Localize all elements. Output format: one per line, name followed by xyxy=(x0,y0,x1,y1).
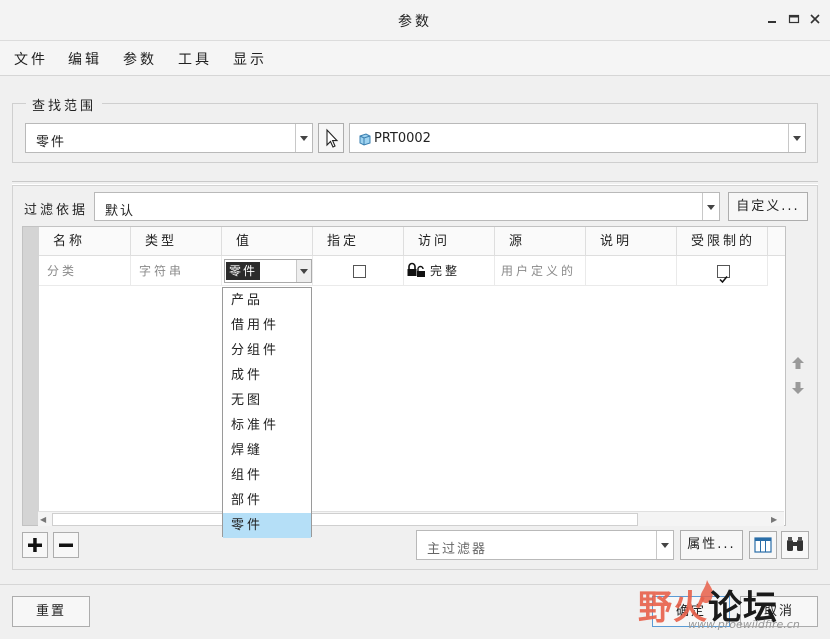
column-header-type[interactable]: 类型 xyxy=(131,227,222,256)
minimize-button[interactable] xyxy=(765,12,779,26)
dropdown-option[interactable]: 成件 xyxy=(223,363,311,388)
find-button[interactable] xyxy=(781,531,809,559)
plus-icon xyxy=(28,538,42,552)
menu-tools[interactable]: 工具 xyxy=(178,49,212,69)
cursor-arrow-icon xyxy=(326,128,339,148)
scrollbar-thumb[interactable] xyxy=(52,513,638,526)
minus-icon xyxy=(59,543,73,547)
table-columns-icon xyxy=(754,537,772,553)
dropdown-option[interactable]: 无图 xyxy=(223,388,311,413)
cell-description[interactable] xyxy=(586,256,677,286)
scope-model-select[interactable]: PRT0002 xyxy=(349,123,806,153)
value-dropdown-list[interactable]: 产品 借用件 分组件 成件 无图 标准件 焊缝 组件 部件 零件 xyxy=(222,287,312,538)
column-header-description[interactable]: 说明 xyxy=(586,227,677,256)
reset-button[interactable]: 重置 xyxy=(12,596,90,627)
filter-label: 过滤依据 xyxy=(24,203,89,218)
move-up-button[interactable] xyxy=(791,356,805,374)
add-parameter-button[interactable] xyxy=(22,532,48,558)
column-header-restricted[interactable]: 受限制的 xyxy=(677,227,768,256)
access-text: 完整 xyxy=(430,264,461,278)
dropdown-option[interactable]: 分组件 xyxy=(223,338,311,363)
cell-source[interactable]: 用户定义的 xyxy=(495,256,586,286)
lock-icon xyxy=(407,262,425,277)
cell-value[interactable]: 零件 xyxy=(222,256,313,286)
select-pointer-button[interactable] xyxy=(318,123,344,153)
menu-parameters[interactable]: 参数 xyxy=(123,49,157,69)
restricted-checkbox[interactable] xyxy=(717,265,730,284)
close-button[interactable] xyxy=(808,12,822,26)
maximize-button[interactable] xyxy=(787,12,801,26)
forum-watermark-logo: 野火论坛 www.proewildfire.cn xyxy=(638,578,828,638)
main-filter-value: 主过滤器 xyxy=(427,542,488,557)
window-title: 参数 xyxy=(398,14,432,30)
value-combo[interactable]: 零件 xyxy=(224,259,312,283)
cell-restricted[interactable] xyxy=(677,256,768,286)
move-down-button[interactable] xyxy=(791,381,805,399)
dropdown-option[interactable]: 组件 xyxy=(223,463,311,488)
cell-access[interactable]: 完整 xyxy=(404,256,495,286)
main-filter-select[interactable]: 主过滤器 xyxy=(416,530,674,560)
minimize-icon xyxy=(768,21,776,23)
chevron-down-icon xyxy=(707,204,715,210)
dropdown-option[interactable]: 标准件 xyxy=(223,413,311,438)
scope-type-select[interactable]: 零件 xyxy=(25,123,313,153)
parameter-table[interactable]: 名称 类型 值 指定 访问 源 说明 受限制的 分类 字符串 零件 完整 用户定… xyxy=(22,226,786,526)
maximize-icon xyxy=(788,14,800,24)
cell-designate[interactable] xyxy=(313,256,404,286)
filter-select[interactable]: 默认 xyxy=(94,192,720,221)
designate-checkbox[interactable] xyxy=(353,265,366,278)
menu-file[interactable]: 文件 xyxy=(14,49,48,69)
horizontal-scrollbar[interactable]: ◀ ▶ xyxy=(38,511,784,526)
chevron-down-icon xyxy=(793,136,801,141)
part-icon xyxy=(359,133,371,146)
scope-legend: 查找范围 xyxy=(26,95,103,114)
chevron-down-icon xyxy=(300,269,308,274)
cell-type[interactable]: 字符串 xyxy=(131,256,222,286)
dropdown-option[interactable]: 借用件 xyxy=(223,313,311,338)
scope-model-value: PRT0002 xyxy=(374,131,431,146)
column-header-source[interactable]: 源 xyxy=(495,227,586,256)
scroll-right-icon[interactable]: ▶ xyxy=(771,515,777,524)
arrow-down-icon xyxy=(792,382,804,394)
dropdown-option[interactable]: 产品 xyxy=(223,288,311,313)
cell-name[interactable]: 分类 xyxy=(39,256,131,286)
menu-display[interactable]: 显示 xyxy=(233,49,267,69)
watermark-url: www.proewildfire.cn xyxy=(688,618,800,631)
row-header-strip xyxy=(23,227,39,525)
scope-type-value: 零件 xyxy=(36,135,67,150)
filter-value: 默认 xyxy=(105,204,136,219)
column-header-designate[interactable]: 指定 xyxy=(313,227,404,256)
table-columns-button[interactable] xyxy=(749,531,777,559)
properties-button[interactable]: 属性... xyxy=(680,530,743,560)
binoculars-icon xyxy=(787,537,803,551)
close-icon xyxy=(810,14,820,24)
column-header-value[interactable]: 值 xyxy=(222,227,313,256)
dropdown-option[interactable]: 焊缝 xyxy=(223,438,311,463)
chevron-down-icon xyxy=(661,543,669,548)
dropdown-option-selected[interactable]: 零件 xyxy=(223,513,311,538)
column-header-name[interactable]: 名称 xyxy=(39,227,131,256)
value-combo-text: 零件 xyxy=(226,262,261,280)
customize-button[interactable]: 自定义... xyxy=(728,192,808,221)
chevron-down-icon xyxy=(300,136,308,141)
arrow-up-icon xyxy=(792,357,804,369)
menu-edit[interactable]: 编辑 xyxy=(68,49,102,69)
column-header-access[interactable]: 访问 xyxy=(404,227,495,256)
scroll-left-icon[interactable]: ◀ xyxy=(40,515,46,524)
remove-parameter-button[interactable] xyxy=(53,532,79,558)
dropdown-option[interactable]: 部件 xyxy=(223,488,311,513)
checkmark-icon xyxy=(719,276,728,284)
